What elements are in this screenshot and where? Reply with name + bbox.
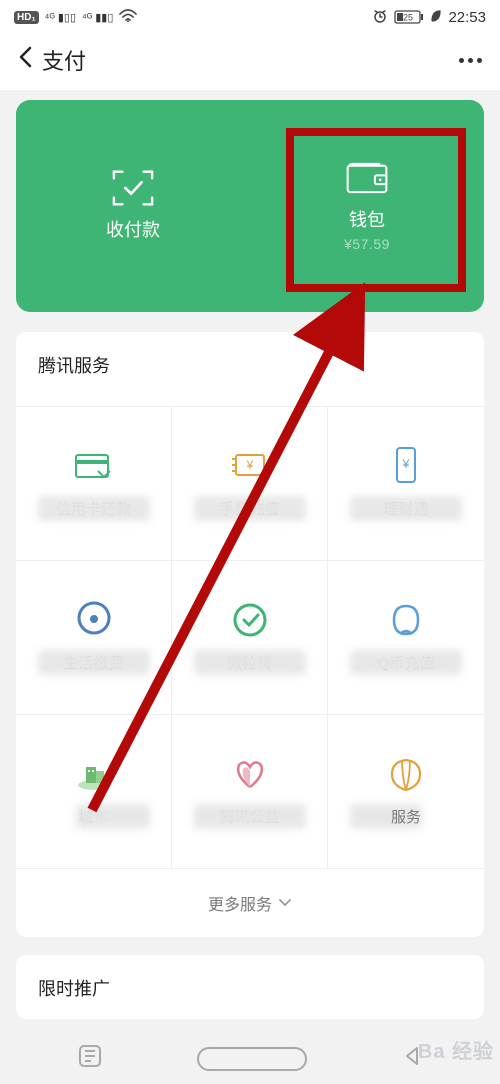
qcoin-icon <box>384 602 428 638</box>
more-services-label: 更多服务 <box>208 891 272 915</box>
service-label: 服务 <box>356 806 456 827</box>
wallet-balance: ¥57.59 <box>344 236 390 252</box>
back-icon[interactable] <box>18 46 32 75</box>
hd-badge: HD₁ <box>14 11 39 24</box>
service-item[interactable]: 腾讯公益 <box>172 714 328 868</box>
services-title: 腾讯服务 <box>16 352 484 378</box>
more-icon[interactable] <box>459 58 482 63</box>
city-services-icon <box>72 756 116 792</box>
battery-icon: 25 <box>394 10 424 24</box>
more-services-button[interactable]: 更多服务 <box>16 868 484 937</box>
utilities-icon <box>72 602 116 638</box>
service-item[interactable]: 微粒贷 <box>172 560 328 714</box>
wifi-icon <box>119 9 137 26</box>
service-label: 手机充值 <box>200 498 300 519</box>
loan-icon <box>228 602 272 638</box>
service-label: 微粒贷 <box>200 652 300 673</box>
finance-icon: ¥ <box>384 448 428 484</box>
status-bar: HD₁ ⁴ᴳ ▮▯▯ ⁴ᴳ ▮▮▯ 25 22:53 <box>0 0 500 30</box>
watermark: Ba 经验 <box>418 1035 494 1064</box>
service-label: 信用卡还款 <box>44 498 144 519</box>
svg-text:25: 25 <box>403 13 413 23</box>
receive-pay-button[interactable]: 收付款 <box>16 100 250 312</box>
service-label: 腾讯公益 <box>200 806 300 827</box>
service-item[interactable]: Q币充值 <box>328 560 484 714</box>
alarm-icon <box>372 8 388 27</box>
recents-icon[interactable] <box>77 1043 103 1074</box>
service-label: 理财通 <box>356 498 456 519</box>
wallet-icon <box>345 160 389 196</box>
page-title: 支付 <box>42 44 86 76</box>
service-label: 生活缴费 <box>44 652 144 673</box>
promo-title: 限时推广 <box>16 975 484 1001</box>
receive-pay-label: 收付款 <box>106 216 160 242</box>
service-item[interactable]: 城市 <box>16 714 172 868</box>
service-label: 城市 <box>44 806 144 827</box>
svg-text:¥: ¥ <box>245 458 253 472</box>
home-pill[interactable] <box>197 1047 307 1071</box>
signal-2-icon: ⁴ᴳ ▮▮▯ <box>82 11 113 24</box>
service-item[interactable]: ¥ 手机充值 <box>172 406 328 560</box>
charity-icon <box>228 756 272 792</box>
service-item[interactable]: ¥ 理财通 <box>328 406 484 560</box>
status-time: 22:53 <box>448 9 486 26</box>
svg-text:¥: ¥ <box>402 457 410 471</box>
leaf-icon <box>430 9 442 26</box>
chevron-down-icon <box>278 894 292 912</box>
promo-panel: 限时推广 <box>16 955 484 1019</box>
wallet-label: 钱包 <box>349 206 385 232</box>
service-label: Q币充值 <box>356 652 456 673</box>
card-repay-icon <box>72 448 116 484</box>
service-item[interactable]: 生活缴费 <box>16 560 172 714</box>
payment-card: 收付款 钱包 ¥57.59 <box>16 100 484 312</box>
navbar: 支付 <box>0 30 500 90</box>
services-grid: 信用卡还款 ¥ 手机充值 ¥ 理财通 生活缴费 微粒贷 Q币充值 城市 <box>16 406 484 868</box>
signal-1-icon: ⁴ᴳ ▮▯▯ <box>45 11 76 24</box>
service-item[interactable]: 信用卡还款 <box>16 406 172 560</box>
tencent-services-panel: 腾讯服务 信用卡还款 ¥ 手机充值 ¥ 理财通 生活缴费 微粒贷 Q币充值 <box>16 332 484 937</box>
wallet-button[interactable]: 钱包 ¥57.59 <box>250 100 484 312</box>
phone-credit-icon: ¥ <box>228 448 272 484</box>
service-item[interactable]: 服务 <box>328 714 484 868</box>
scan-pay-icon <box>111 170 155 206</box>
insurance-icon <box>384 756 428 792</box>
